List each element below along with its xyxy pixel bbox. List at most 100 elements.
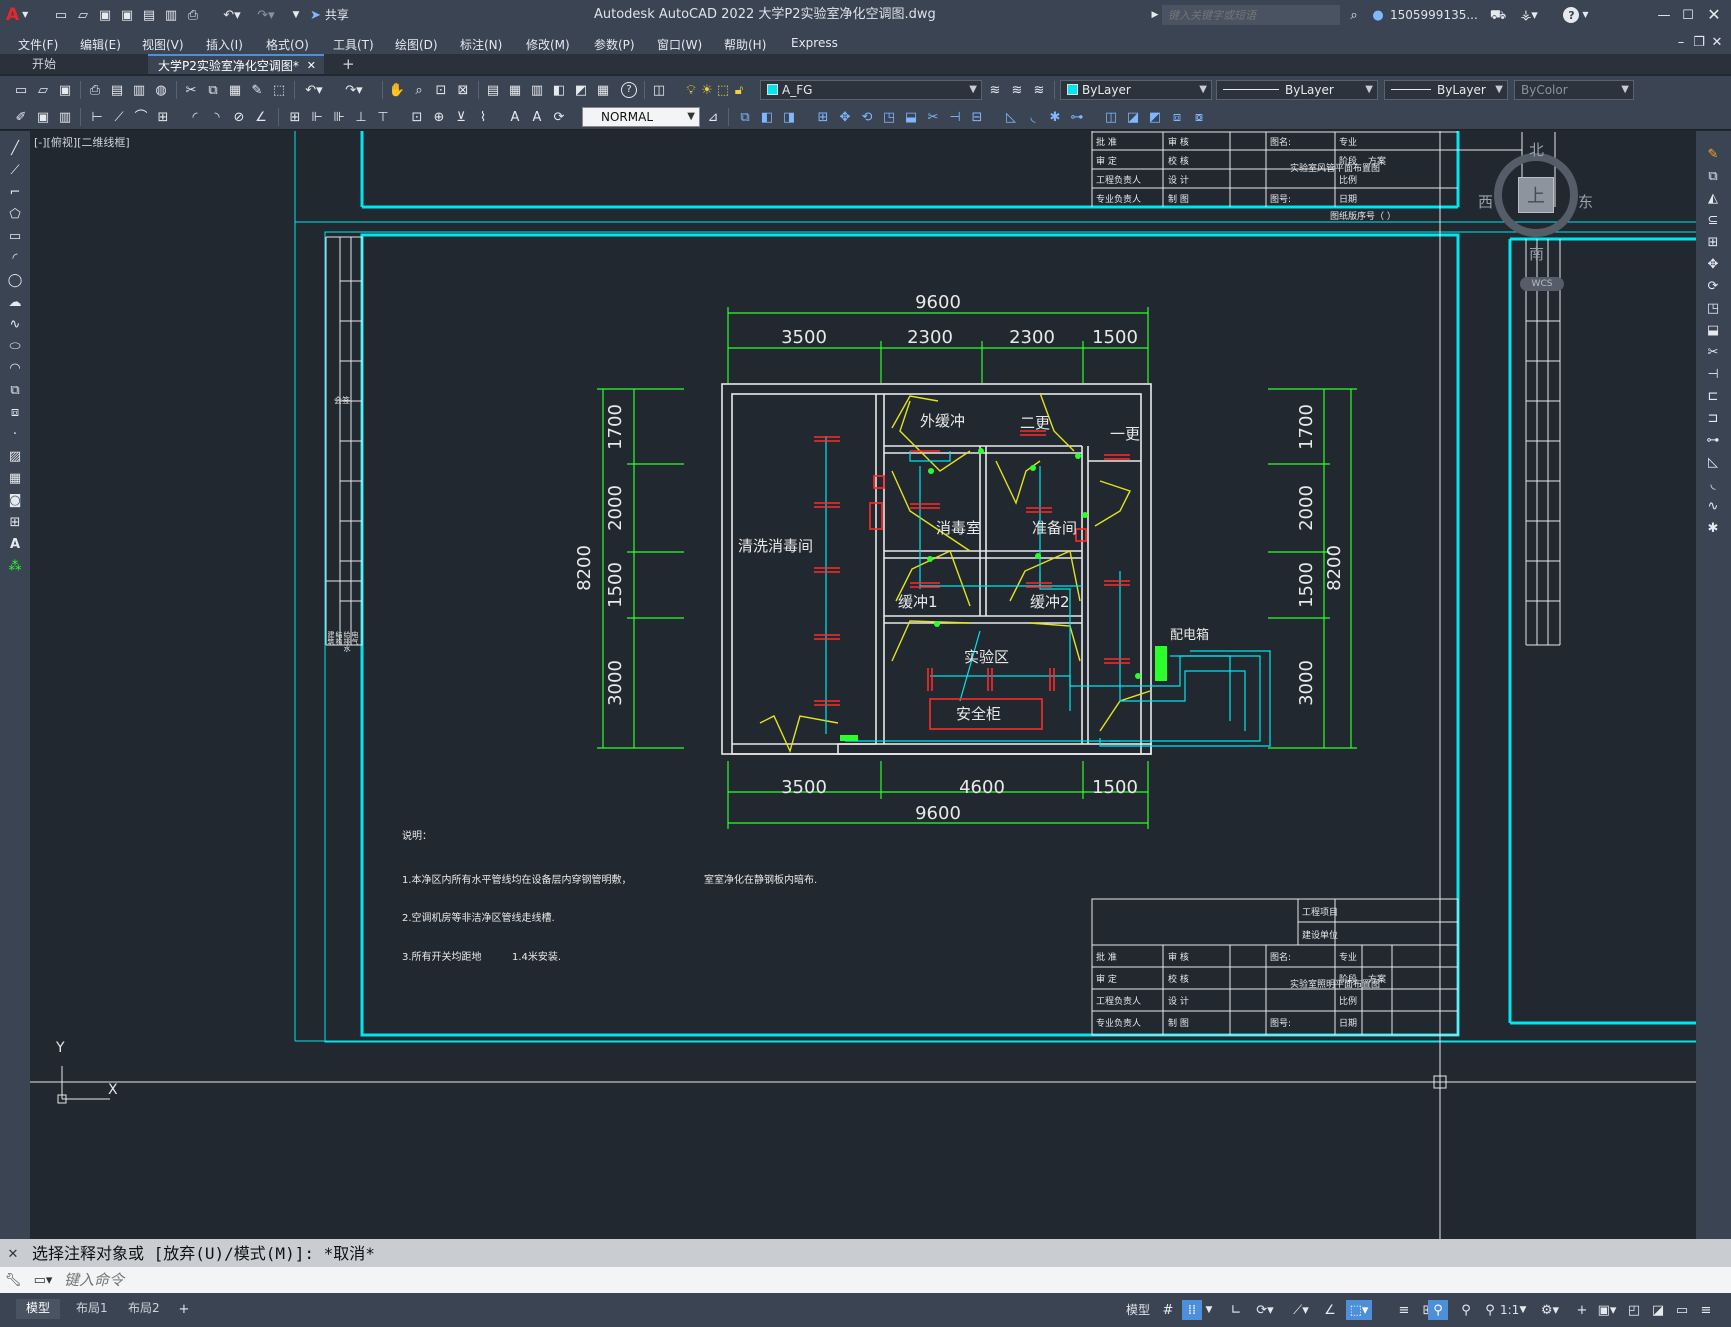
break-side-icon[interactable]: ⊏: [1704, 387, 1722, 405]
layer-on-icon[interactable]: 💡︎: [684, 81, 698, 99]
point-icon[interactable]: ·: [6, 425, 24, 443]
linetype-dropdown[interactable]: ByLayer ▼: [1216, 80, 1378, 100]
cart-icon[interactable]: ⛟: [1490, 6, 1506, 24]
undo-icon[interactable]: ↶▾: [220, 6, 244, 24]
dimstyle-dropdown[interactable]: NORMAL ▼: [582, 107, 700, 127]
copy-side-icon[interactable]: ⧉: [1704, 167, 1722, 185]
doc-restore-icon[interactable]: ❐: [1692, 34, 1706, 50]
app-menu-button[interactable]: A ▼: [6, 5, 36, 25]
redo-icon[interactable]: ↷▾: [254, 6, 278, 24]
menu-format[interactable]: 格式(O): [266, 36, 309, 53]
trim-side-icon[interactable]: ✂: [1704, 343, 1722, 361]
viewcube-east[interactable]: 东: [1578, 195, 1593, 210]
workspace-gear-icon[interactable]: ⚙▾: [1536, 1300, 1564, 1320]
make-block-icon[interactable]: ⧈: [6, 403, 24, 421]
menu-modify[interactable]: 修改(M): [526, 36, 570, 53]
make-current-layer-icon[interactable]: ≋: [986, 81, 1004, 99]
polyline-icon[interactable]: ⌐: [6, 183, 24, 201]
mtext-icon[interactable]: A: [6, 535, 24, 553]
sheet-set-icon[interactable]: ◧: [550, 81, 568, 99]
viewcube-top-face[interactable]: 上: [1518, 177, 1554, 213]
object-track-icon[interactable]: ∠: [1320, 1300, 1340, 1320]
quick-dim-icon[interactable]: ✐: [12, 108, 30, 126]
dim-continue-icon[interactable]: ⊪: [330, 108, 348, 126]
fillet-icon[interactable]: ◟: [1024, 108, 1042, 126]
draworder-icon[interactable]: ◫: [1102, 108, 1120, 126]
layer-previous-icon[interactable]: ≋: [1008, 81, 1026, 99]
rotate-icon[interactable]: ⟲: [858, 108, 876, 126]
mirror-side-icon[interactable]: ◭: [1704, 189, 1722, 207]
menu-draw[interactable]: 绘图(D): [395, 36, 438, 53]
search-input[interactable]: [1162, 5, 1340, 25]
region-icon[interactable]: ◙: [6, 491, 24, 509]
undo-toolbar-icon[interactable]: ↶▾: [300, 81, 328, 99]
zoom-realtime-icon[interactable]: ⌕: [410, 81, 428, 99]
publish-icon[interactable]: ▥: [162, 6, 180, 24]
viewcube-north[interactable]: 北: [1529, 143, 1544, 158]
annotation-autoscale-icon[interactable]: ⚲: [1456, 1300, 1476, 1320]
rectangle-icon[interactable]: ▭: [6, 227, 24, 245]
layer-states-icon[interactable]: ≋: [1030, 81, 1048, 99]
layer-properties-icon[interactable]: ◫: [650, 81, 668, 99]
stretch-side-icon[interactable]: ⬓: [1704, 321, 1722, 339]
gradient-icon[interactable]: ▦: [6, 469, 24, 487]
match-properties-icon[interactable]: ✎: [248, 81, 266, 99]
search-expand-icon[interactable]: ▶: [1150, 7, 1160, 23]
isolate-objects-icon[interactable]: ◪: [1648, 1300, 1668, 1320]
dim-diameter-icon[interactable]: ⊘: [230, 108, 248, 126]
publish-toolbar-icon[interactable]: ▥: [130, 81, 148, 99]
chamfer-side-icon[interactable]: ◺: [1704, 453, 1722, 471]
extend-side-icon[interactable]: ⊣: [1704, 365, 1722, 383]
dim-update-icon[interactable]: ⟳: [550, 108, 568, 126]
command-input[interactable]: [64, 1270, 1714, 1290]
block-editor-icon[interactable]: ⬚: [270, 81, 288, 99]
offset-side-icon[interactable]: ⊆: [1704, 211, 1722, 229]
offset-icon[interactable]: ◨: [780, 108, 798, 126]
chamfer-icon[interactable]: ◺: [1002, 108, 1020, 126]
open-icon[interactable]: ▱: [34, 81, 52, 99]
jogged-linear-icon[interactable]: ⌇: [474, 108, 492, 126]
properties-icon[interactable]: ▤: [484, 81, 502, 99]
dim-arc-icon[interactable]: ⌒: [132, 108, 150, 126]
break-point-icon[interactable]: ⊐: [1704, 409, 1722, 427]
clean-screen-icon[interactable]: ≡: [1696, 1300, 1716, 1320]
plotstyle-dropdown[interactable]: ByColor ▼: [1514, 80, 1634, 100]
dim-style-icon[interactable]: ▣: [34, 108, 52, 126]
extend-icon[interactable]: ⊣: [946, 108, 964, 126]
menu-help[interactable]: 帮助(H): [724, 36, 766, 53]
isodraft-icon[interactable]: ⟋▾: [1288, 1300, 1314, 1320]
spline-icon[interactable]: ∿: [6, 315, 24, 333]
construction-line-icon[interactable]: ⟋: [6, 161, 24, 179]
copy-object-icon[interactable]: ⧉: [736, 108, 754, 126]
print-preview-icon[interactable]: ▤: [108, 81, 126, 99]
dim-baseline-icon[interactable]: ⊩: [308, 108, 326, 126]
viewport-label[interactable]: [-][俯视][二维线框]: [34, 137, 130, 148]
tab-layout2[interactable]: 布局2: [118, 1299, 170, 1319]
dim-style-manager-icon[interactable]: ⊿: [704, 108, 722, 126]
dim-text-edit-icon[interactable]: A: [528, 108, 546, 126]
tab-model[interactable]: 模型: [16, 1299, 61, 1319]
table-icon[interactable]: ⊞: [6, 513, 24, 531]
arc-icon[interactable]: ◜: [6, 249, 24, 267]
scale-dropdown-icon[interactable]: ▼: [1518, 1300, 1528, 1320]
annotation-scale-value[interactable]: 1:1: [1500, 1304, 1519, 1316]
multileader-icon[interactable]: ▥: [56, 108, 74, 126]
layer-dropdown[interactable]: A_FG ▼: [760, 80, 982, 100]
recent-commands-icon[interactable]: ▭▾: [30, 1271, 56, 1289]
polar-icon[interactable]: ⟳▾: [1252, 1300, 1278, 1320]
tab-start[interactable]: 开始: [22, 54, 140, 74]
close-cmdline-icon[interactable]: ✕: [4, 1245, 22, 1263]
doc-close-icon[interactable]: ✕: [1710, 34, 1724, 50]
line-icon[interactable]: ╱: [6, 139, 24, 157]
mirror-icon[interactable]: ◧: [758, 108, 776, 126]
menu-express[interactable]: Express: [791, 36, 838, 50]
fillet-side-icon[interactable]: ◟: [1704, 475, 1722, 493]
move-side-icon[interactable]: ✥: [1704, 255, 1722, 273]
paste-icon[interactable]: ▦: [226, 81, 244, 99]
user-name[interactable]: 1505999135...: [1390, 9, 1478, 21]
tab-drawing[interactable]: 大学P2实验室净化空调图* ✕: [148, 54, 324, 74]
annotation-visibility-icon[interactable]: ⚲: [1428, 1300, 1448, 1320]
blend-icon[interactable]: ∿: [1704, 497, 1722, 515]
snap-icon[interactable]: ⁞⁞: [1182, 1300, 1202, 1320]
snap-dropdown-icon[interactable]: ▼: [1204, 1300, 1214, 1320]
